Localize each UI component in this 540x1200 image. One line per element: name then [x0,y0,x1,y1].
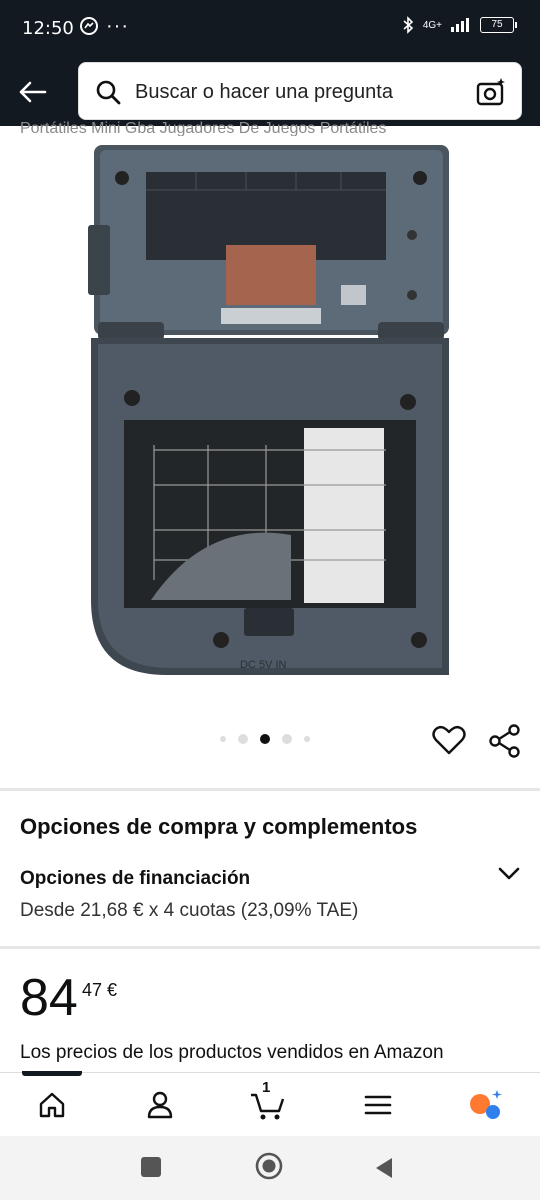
purchase-options-title: Opciones de compra y complementos [20,814,418,839]
nav-account[interactable] [140,1087,180,1123]
share-icon[interactable] [488,724,522,758]
battery-icon: 75 [480,17,517,33]
product-title: Portátiles Mini Gba Jugadores De Juegos … [20,120,387,136]
messenger-icon [80,17,98,35]
carousel-dot[interactable] [238,734,248,744]
system-navigation-bar [0,1136,540,1200]
financing-options-title[interactable]: Opciones de financiación [20,868,250,890]
signal-icon [451,18,469,32]
status-notification-icons: ··· [80,15,129,37]
nav-cart[interactable]: 1 [248,1079,288,1123]
bluetooth-icon [403,16,413,34]
bottom-nav: 1 [0,1071,540,1136]
section-divider [0,788,540,791]
back-button[interactable] [12,72,52,112]
price-whole: 84 [20,969,78,1027]
financing-description: Desde 21,68 € x 4 cuotas (23,09% TAE) [20,900,359,921]
back-triangle-icon[interactable] [372,1156,396,1180]
search-placeholder: Buscar o hacer una pregunta [135,81,393,103]
status-bar: 12:50 ··· 4G+ 75 [0,0,540,58]
back-arrow-icon [19,81,47,103]
active-tab-indicator [22,1071,82,1076]
recent-apps-icon[interactable] [140,1156,162,1178]
carousel-dot[interactable] [282,734,292,744]
nav-rufus[interactable] [466,1087,506,1123]
section-divider [0,946,540,949]
status-time: 12:50 [22,18,74,39]
app-header: Buscar o hacer una pregunta [0,58,540,126]
svg-text:DC 5V IN: DC 5V IN [240,659,287,671]
nav-home[interactable] [32,1087,72,1123]
camera-search-icon[interactable] [475,76,507,108]
home-circle-icon[interactable] [255,1152,283,1180]
carousel-dot[interactable] [220,736,226,742]
product-image[interactable]: DC 5V IN [86,140,456,685]
cart-count: 1 [262,1079,271,1096]
carousel-dot[interactable] [304,736,310,742]
carousel-dot-active[interactable] [260,734,270,744]
chevron-down-icon[interactable] [496,862,522,884]
nav-menu[interactable] [358,1087,398,1123]
search-input[interactable]: Buscar o hacer una pregunta [78,62,522,120]
home-icon [39,1092,65,1118]
user-icon [147,1091,173,1119]
price-fraction: 47 € [82,980,118,1000]
more-dots-icon: ··· [106,15,129,37]
network-type: 4G+ [422,19,442,31]
image-carousel-dots[interactable] [220,734,310,744]
status-right: 4G+ 75 [401,16,517,34]
menu-icon [364,1095,392,1115]
rufus-assistant-icon [470,1090,502,1119]
wishlist-heart-icon[interactable] [432,724,466,756]
search-icon [96,80,121,105]
price-note: Los precios de los productos vendidos en… [20,1042,444,1063]
